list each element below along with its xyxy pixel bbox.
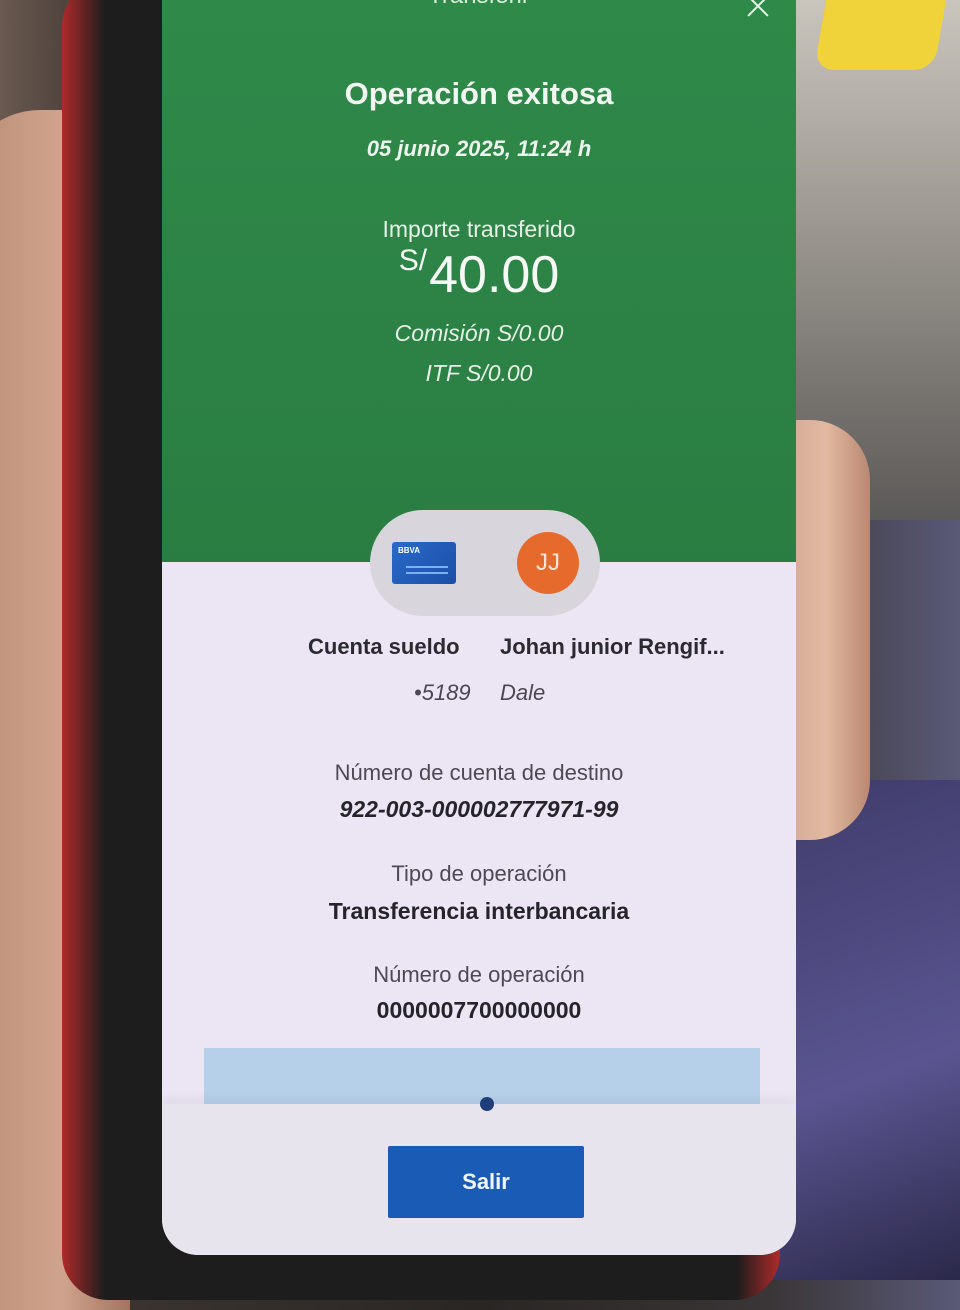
operation-number-label: Número de operación	[373, 962, 585, 987]
operation-type-value: Transferencia interbancaria	[328, 898, 630, 924]
exit-button[interactable]: Salir	[388, 1146, 584, 1218]
origin-account-name: Cuenta sueldo	[308, 634, 460, 659]
recipient-note: Dale	[500, 680, 546, 705]
origin-account-number: •5189	[414, 680, 471, 705]
success-header-panel: Transferir Operación exitosa 05 junio 20…	[162, 0, 796, 562]
amount-label: Importe transferido	[382, 216, 576, 242]
commission-line: Comisión S/0.00	[394, 320, 564, 346]
operation-datetime: 05 junio 2025, 11:24 h	[366, 136, 592, 161]
card-stripe	[406, 572, 448, 574]
scroll-indicator[interactable]	[480, 1097, 494, 1111]
bank-card-icon: BBVA	[392, 542, 456, 584]
phone-frame: Transferir Operación exitosa 05 junio 20…	[62, 0, 796, 1300]
operation-status-title: Operación exitosa	[344, 76, 614, 111]
operation-type-label: Tipo de operación	[391, 861, 567, 886]
screen-title: Transferir	[162, 0, 796, 10]
amount-display: S/40.00	[162, 244, 796, 305]
recipient-avatar: JJ	[517, 532, 579, 594]
recipient-name: Johan junior Rengif...	[500, 634, 725, 659]
card-stripe	[406, 566, 448, 568]
destination-account-label: Número de cuenta de destino	[334, 760, 624, 785]
card-brand-label: BBVA	[398, 546, 421, 555]
close-icon[interactable]	[744, 0, 772, 20]
operation-number-value: 0000007700000000	[376, 997, 582, 1023]
destination-account-value: 922-003-000002777971-99	[339, 796, 619, 822]
amount-value: 40.00	[429, 246, 560, 304]
itf-line: ITF S/0.00	[425, 360, 533, 386]
app-screen: Transferir Operación exitosa 05 junio 20…	[162, 0, 796, 1255]
yellow-object-background	[813, 0, 947, 70]
currency-symbol: S/	[398, 244, 428, 277]
